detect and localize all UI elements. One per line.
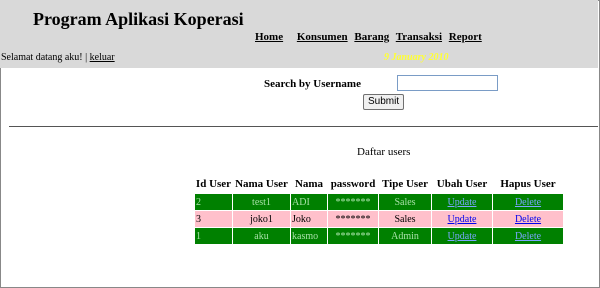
welcome-text: Selamat datang aku! | <box>1 52 90 63</box>
app-title: Program Aplikasi Koperasi <box>33 9 244 29</box>
cell-update: Update <box>432 194 492 210</box>
table-row: 1 aku kasmo ******* Admin Update Delete <box>195 228 563 244</box>
cell-password: ******* <box>328 228 378 244</box>
divider <box>9 126 598 127</box>
nav-barang-link[interactable]: Barang <box>354 31 389 43</box>
table-header-row: Id User Nama User Nama password Tipe Use… <box>195 175 563 193</box>
cell-nama: Joko <box>291 211 327 227</box>
cell-tipe: Sales <box>379 211 431 227</box>
cell-id: 2 <box>195 194 232 210</box>
current-date: 9 January 2010 <box>384 52 449 63</box>
cell-id: 1 <box>195 228 232 244</box>
update-link[interactable]: Update <box>448 197 477 208</box>
welcome-bar: Selamat datang aku! | keluar <box>1 52 115 63</box>
cell-delete: Delete <box>493 211 563 227</box>
table-row: 2 test1 ADI ******* Sales Update Delete <box>195 194 563 210</box>
search-input[interactable] <box>397 75 498 91</box>
cell-username: joko1 <box>233 211 290 227</box>
cell-tipe: Admin <box>379 228 431 244</box>
cell-username: aku <box>233 228 290 244</box>
cell-update: Update <box>432 211 492 227</box>
update-link[interactable]: Update <box>448 214 477 225</box>
submit-button[interactable]: Submit <box>363 94 405 110</box>
cell-password: ******* <box>328 211 378 227</box>
cell-nama: ADI <box>291 194 327 210</box>
search-label: Search by Username <box>264 78 361 90</box>
col-header-hapus: Hapus User <box>500 178 556 190</box>
delete-link[interactable]: Delete <box>515 231 541 242</box>
cell-delete: Delete <box>493 228 563 244</box>
delete-link[interactable]: Delete <box>515 197 541 208</box>
table-title: Daftar users <box>357 146 411 158</box>
cell-username: test1 <box>233 194 290 210</box>
col-header-tipe: Tipe User <box>382 178 428 190</box>
cell-password: ******* <box>328 194 378 210</box>
nav-transaksi-link[interactable]: Transaksi <box>396 31 442 43</box>
cell-update: Update <box>432 228 492 244</box>
nav-report-link[interactable]: Report <box>449 31 482 43</box>
users-table: Id User Nama User Nama password Tipe Use… <box>194 174 564 245</box>
col-header-ubah: Ubah User <box>436 178 488 190</box>
delete-link[interactable]: Delete <box>515 214 541 225</box>
cell-tipe: Sales <box>379 194 431 210</box>
col-header-nama: Nama <box>294 178 324 190</box>
cell-nama: kasmo <box>291 228 327 244</box>
header: Program Aplikasi Koperasi Home Konsumen … <box>0 0 598 68</box>
logout-link[interactable]: keluar <box>90 52 115 63</box>
col-header-password: password <box>330 178 376 190</box>
table-row: 3 joko1 Joko ******* Sales Update Delete <box>195 211 563 227</box>
cell-id: 3 <box>195 211 232 227</box>
main-nav: Home Konsumen Barang Transaksi Report <box>255 31 486 43</box>
cell-delete: Delete <box>493 194 563 210</box>
col-header-username: Nama User <box>235 178 288 190</box>
col-header-id: Id User <box>195 178 232 190</box>
update-link[interactable]: Update <box>448 231 477 242</box>
nav-konsumen-link[interactable]: Konsumen <box>297 31 348 43</box>
nav-home-link[interactable]: Home <box>255 31 283 43</box>
